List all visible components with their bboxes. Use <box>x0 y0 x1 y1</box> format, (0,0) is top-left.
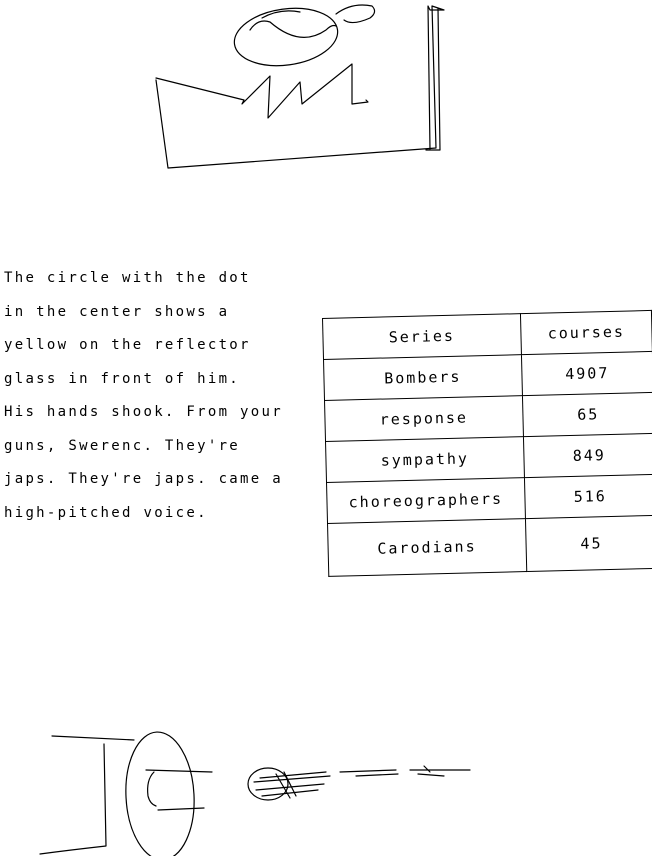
note-line: glass in front of him. <box>4 370 241 387</box>
table-cell-courses: 849 <box>523 433 652 478</box>
doodle-figure-ellipse <box>125 731 195 856</box>
table-row: Carodians 45 <box>327 515 652 577</box>
doodle-figure-inner <box>147 771 157 807</box>
table-cell-series: Bombers <box>323 354 523 401</box>
note-line: in the center shows a <box>4 303 230 320</box>
table-cell-series: choreographers <box>326 477 526 524</box>
note-line: His hands shook. From your <box>4 404 283 420</box>
data-table: Series courses Bombers 4907 response 65 … <box>322 310 652 577</box>
factory-roof-sawtooth <box>155 63 369 119</box>
handwritten-note: The circle with the dot in the center sh… <box>4 262 324 530</box>
doodle-dash <box>355 773 399 777</box>
doodle-scribble <box>253 771 331 799</box>
doodle-loop <box>335 4 376 24</box>
table-cell-courses: 65 <box>522 392 652 437</box>
table-cell-courses: 4907 <box>521 351 652 396</box>
note-line: The circle with the dot <box>4 270 251 286</box>
note-line: high-pitched voice. <box>4 504 208 521</box>
note-line: japs. They're japs. came a <box>4 471 283 487</box>
doodle-squiggle <box>409 765 471 777</box>
doodle-line <box>51 735 135 741</box>
note-line: yellow on the reflector <box>4 337 251 353</box>
doodle-line <box>145 769 213 773</box>
doodle-dash <box>339 769 397 773</box>
table-cell-courses: 516 <box>524 474 652 519</box>
table-cell-series: response <box>324 395 524 442</box>
handwritten-table: Series courses Bombers 4907 response 65 … <box>322 310 652 577</box>
table-cell-series: sympathy <box>325 436 525 483</box>
doodle-smile <box>249 20 337 38</box>
table-cell-series: Carodians <box>327 518 527 577</box>
note-line: guns, Swerenc. They're <box>4 437 241 454</box>
bottom-doodle-sketch <box>39 731 471 856</box>
table-cell-courses: 45 <box>525 515 652 572</box>
top-doodle-sketch <box>155 4 445 169</box>
doodle-line <box>157 807 205 811</box>
doodle-bracket <box>39 743 107 855</box>
column-header-courses: courses <box>520 310 652 355</box>
doodle-ellipse <box>233 7 339 67</box>
column-header-series: Series <box>322 313 522 360</box>
